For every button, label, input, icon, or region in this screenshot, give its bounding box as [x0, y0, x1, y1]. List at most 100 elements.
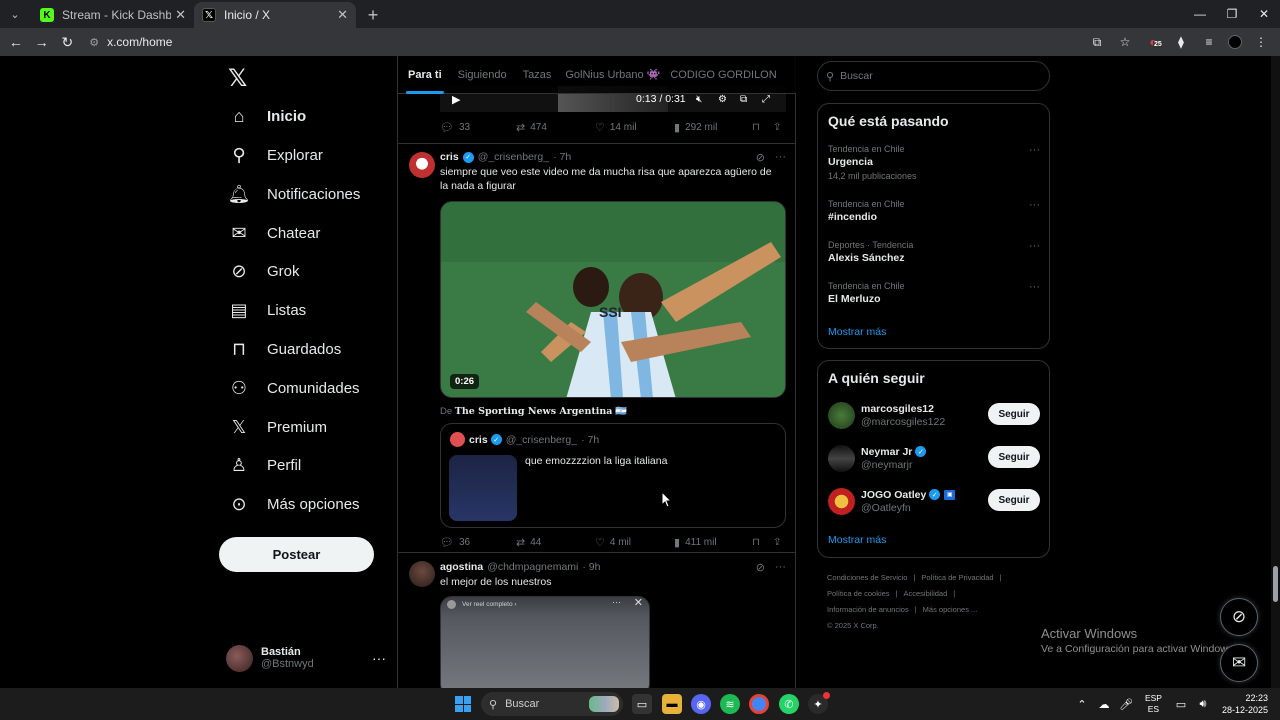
footer-link[interactable]: Más opciones ... [923, 605, 978, 614]
sidebar-item-grok[interactable]: ⊘ Grok [228, 256, 299, 286]
close-icon[interactable]: ✕ [634, 597, 643, 609]
like-button[interactable]: ♡ 4 mil [595, 536, 631, 549]
reply-button[interactable]: 💬︎ 36 [440, 536, 470, 549]
tab-para-ti[interactable]: Para ti [406, 56, 444, 94]
more-dots-icon[interactable]: ··· [1029, 281, 1040, 293]
new-tab-button[interactable]: + [360, 2, 386, 28]
follow-button[interactable]: Seguir [988, 489, 1040, 511]
post-button[interactable]: Postear [219, 537, 374, 572]
views-button[interactable]: ▮ 292 mil [674, 121, 717, 134]
trend-item[interactable]: Tendencia en Chile Urgencia 14,2 mil pub… [828, 144, 1040, 181]
back-icon[interactable]: ← [4, 30, 28, 54]
microphone-icon[interactable]: 🎤︎ [1115, 698, 1137, 711]
install-app-icon[interactable]: ⧉ [1088, 35, 1106, 50]
chevron-up-icon[interactable]: ⌃ [1071, 698, 1093, 711]
more-dots-icon[interactable]: ··· [612, 597, 621, 607]
more-dots-icon[interactable]: ··· [775, 561, 786, 574]
follow-suggestion[interactable]: marcosgiles12 @marcosgiles122 Seguir [828, 400, 1040, 430]
profile-avatar[interactable] [1228, 35, 1242, 49]
window-close-icon[interactable]: ✕ [1248, 0, 1280, 28]
sidebar-item-notificaciones[interactable]: 🔔︎ Notificaciones [228, 179, 361, 209]
trend-item[interactable]: Tendencia en Chile #incendio ··· [828, 199, 1040, 223]
author-name[interactable]: cris [440, 151, 459, 163]
forward-icon[interactable]: → [30, 30, 54, 54]
quoted-tweet[interactable]: cris ✓ @_crisenberg_ · 7h que emozzzzion… [440, 423, 786, 528]
chrome-icon[interactable] [749, 694, 769, 714]
url-field[interactable]: ⚙ x.com/home [89, 31, 1088, 53]
sidebar-item-comunidades[interactable]: ⚇ Comunidades [228, 373, 360, 403]
search-input[interactable]: ⚲ Buscar [817, 61, 1050, 91]
sidebar-item-perfil[interactable]: ♙ Perfil [228, 450, 301, 480]
sidebar-item-inicio[interactable]: ⌂ Inicio [228, 101, 307, 131]
extensions-icon[interactable]: ⧫ [1172, 35, 1190, 49]
media-control-icon[interactable]: ≡ [1200, 35, 1218, 49]
tweet-time[interactable]: · 9h [582, 561, 600, 573]
mute-icon[interactable]: 🔇︎ [696, 94, 702, 105]
follow-button[interactable]: Seguir [988, 446, 1040, 468]
tab-search-chevron-icon[interactable]: ⌄ [2, 1, 28, 27]
avatar[interactable] [409, 152, 435, 178]
sidebar-item-explorar[interactable]: ⚲ Explorar [228, 140, 322, 170]
windows-start-icon[interactable] [455, 696, 471, 712]
tab-siguiendo[interactable]: Siguiendo [458, 56, 507, 94]
browser-menu-icon[interactable]: ⋮ [1252, 35, 1270, 49]
browser-tab-x[interactable]: 𝕏 Inicio / X ✕ [194, 2, 356, 28]
author-name[interactable]: agostina [440, 561, 483, 573]
clock[interactable]: 22:23 28-12-2025 [1222, 692, 1268, 716]
author-handle[interactable]: @chdmpagnemami [487, 561, 578, 573]
settings-icon[interactable]: ⚙ [718, 94, 727, 105]
avatar[interactable] [409, 561, 435, 587]
footer-link[interactable]: Información de anuncios [827, 605, 909, 614]
discord-icon[interactable]: ◉ [691, 694, 711, 714]
tab-tazas[interactable]: Tazas [523, 56, 552, 94]
pip-icon[interactable]: ⧉ [740, 94, 747, 105]
trend-item[interactable]: Tendencia en Chile El Merluzo ··· [828, 281, 1040, 305]
restore-icon[interactable]: ❐ [1216, 0, 1248, 28]
tweet-time[interactable]: · 7h [553, 151, 571, 163]
more-dots-icon[interactable]: ··· [775, 151, 786, 164]
bookmark-icon[interactable]: ⊓ [752, 537, 760, 548]
tweet-video[interactable]: SSI 0:26 [440, 201, 786, 398]
close-icon[interactable]: ✕ [337, 7, 348, 23]
spotify-icon[interactable]: ≋ [720, 694, 740, 714]
grok-icon[interactable]: ⊘ [756, 561, 765, 574]
sidebar-item-chatear[interactable]: ✉ Chatear [228, 218, 320, 248]
file-explorer-icon[interactable]: ▬ [662, 694, 682, 714]
embed-label[interactable]: Ver reel completo › [462, 601, 517, 608]
sidebar-item-mas-opciones[interactable]: ⊙ Más opciones [228, 489, 359, 519]
bookmark-icon[interactable]: ⊓ [752, 122, 760, 133]
show-more-link[interactable]: Mostrar más [828, 326, 886, 338]
task-view-icon[interactable]: ▭ [632, 694, 652, 714]
taskbar-search-input[interactable]: ⚲ Buscar [481, 692, 623, 716]
footer-link[interactable]: Política de Privacidad [921, 573, 993, 582]
scrollbar-thumb[interactable] [1273, 566, 1278, 602]
footer-link[interactable]: Condiciones de Servicio [827, 573, 907, 582]
sidebar-item-guardados[interactable]: ⊓ Guardados [228, 334, 341, 364]
fullscreen-icon[interactable]: ⤢ [762, 94, 770, 105]
language-indicator[interactable]: ESP ES [1145, 693, 1162, 715]
tweet-embed[interactable]: Ver reel completo › ··· ✕ [440, 596, 650, 688]
follow-button[interactable]: Seguir [988, 403, 1040, 425]
cloud-icon[interactable]: ☁ [1093, 698, 1115, 711]
bookmark-star-icon[interactable]: ☆ [1116, 35, 1134, 49]
more-dots-icon[interactable]: ··· [1029, 199, 1040, 211]
repost-button[interactable]: ⇄ 44 [516, 536, 541, 549]
account-switcher[interactable]: Bastián @Bstnwyd ··· [226, 642, 386, 674]
share-icon[interactable]: ⇪ [773, 537, 781, 548]
whatsapp-icon[interactable]: ✆ [779, 694, 799, 714]
reply-button[interactable]: 💬︎ 33 [440, 121, 470, 134]
like-button[interactable]: ♡ 14 mil [595, 121, 637, 134]
follow-suggestion[interactable]: JOGO Oatley ✓ ▣ @Oatleyfn Seguir [828, 486, 1040, 516]
site-info-icon[interactable]: ⚙ [89, 36, 99, 49]
more-dots-icon[interactable]: ··· [1029, 240, 1040, 252]
repost-button[interactable]: ⇄ 474 [516, 121, 547, 134]
trend-item[interactable]: Deportes · Tendencia Alexis Sánchez ··· [828, 240, 1040, 264]
more-dots-icon[interactable]: ··· [1029, 144, 1040, 156]
play-icon[interactable]: ▶ [452, 93, 460, 106]
show-more-link[interactable]: Mostrar más [828, 534, 886, 546]
tab-codigo-gordilon[interactable]: CODIGO GORDILON [670, 56, 776, 94]
extension-badge-icon[interactable]: ●25 [1144, 35, 1163, 49]
share-icon[interactable]: ⇪ [773, 122, 781, 133]
footer-link[interactable]: Accesibilidad [904, 589, 948, 598]
minimize-icon[interactable]: — [1184, 0, 1216, 28]
